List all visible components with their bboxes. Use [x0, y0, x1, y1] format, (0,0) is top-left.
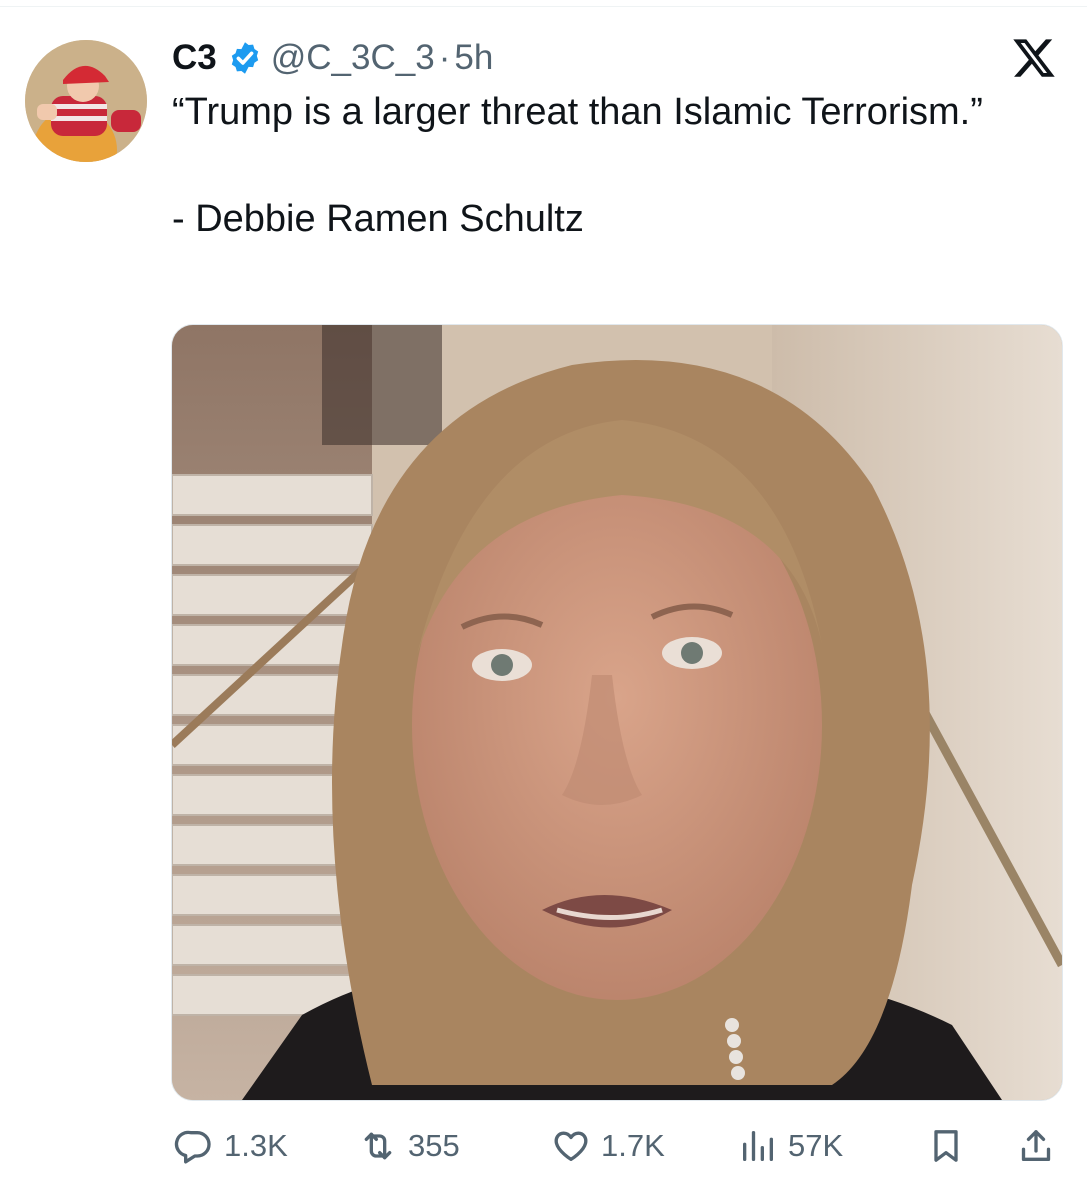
views-icon [738, 1126, 778, 1166]
x-logo-icon [1010, 35, 1058, 81]
separator-dot: · [438, 38, 451, 77]
reply-count: 1.3K [224, 1128, 288, 1163]
avatar[interactable] [25, 40, 147, 162]
top-divider [0, 6, 1087, 7]
views-button[interactable]: 57K [738, 1118, 843, 1174]
tweet-header: C3 @C_3C_3 · 5h [172, 36, 493, 80]
share-icon [1016, 1126, 1056, 1166]
avatar-image [25, 40, 147, 162]
heart-icon [551, 1126, 591, 1166]
bookmark-icon [926, 1126, 966, 1166]
bookmark-button[interactable] [926, 1118, 966, 1174]
tweet-actions-bar: 1.3K 355 1.7K 57K [0, 1118, 1087, 1174]
tweet-attribution-line: - Debbie Ramen Schultz [172, 198, 584, 240]
retweet-button[interactable]: 355 [358, 1118, 460, 1174]
user-handle[interactable]: @C_3C_3 [271, 36, 435, 80]
reply-button[interactable]: 1.3K [174, 1118, 288, 1174]
display-name[interactable]: C3 [172, 36, 217, 80]
timestamp[interactable]: 5h [454, 36, 493, 80]
retweet-count: 355 [408, 1128, 460, 1163]
like-count: 1.7K [601, 1128, 665, 1163]
reply-icon [174, 1126, 214, 1166]
like-button[interactable]: 1.7K [551, 1118, 665, 1174]
tweet-text: “Trump is a larger threat than Islamic T… [172, 86, 1002, 245]
tweet-media-image[interactable] [171, 324, 1063, 1101]
verified-badge-icon [227, 40, 263, 76]
tweet-quote-line: “Trump is a larger threat than Islamic T… [172, 91, 983, 133]
views-count: 57K [788, 1128, 844, 1163]
retweet-icon [358, 1126, 398, 1166]
share-button[interactable] [1016, 1118, 1056, 1174]
